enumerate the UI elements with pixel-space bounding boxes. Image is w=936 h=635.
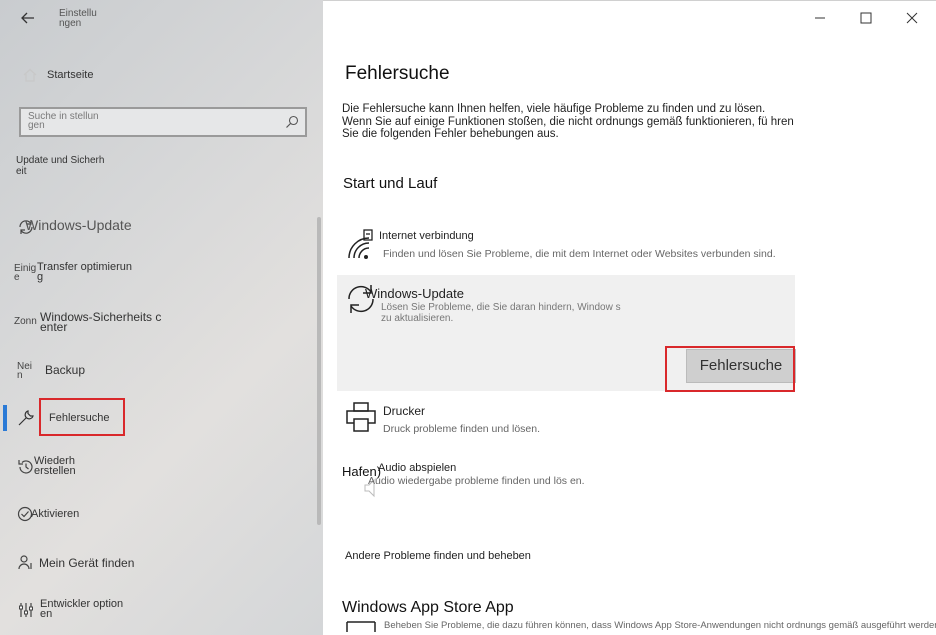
sidebar-home[interactable]: Startseite (47, 69, 93, 81)
sidebar-item-find-device[interactable]: Mein Gerät finden (0, 548, 320, 578)
overlay-text: Hafen) (342, 464, 382, 479)
title-bar-divider (323, 0, 936, 1)
troubleshooter-audio[interactable]: Audio abspielen Audio wiedergabe problem… (337, 460, 795, 504)
troubleshooter-name: Internet verbindung (379, 230, 474, 242)
sidebar-item-label: Wiederh erstellen (34, 455, 76, 477)
settings-sidebar: Einstellu ngen Startseite Suche in stell… (0, 0, 323, 635)
wrench-icon (18, 410, 34, 426)
store-icon (346, 621, 376, 632)
troubleshooter-store-desc: Beheben Sie Probleme, die dazu führen kö… (384, 620, 936, 631)
troubleshooter-desc: Druck probleme finden und lösen. (383, 423, 541, 435)
sidebar-item-label: Windows-Update (25, 217, 132, 233)
search-input[interactable]: Suche in stellun gen (28, 112, 118, 131)
sidebar-item-label: Entwickler option en (40, 598, 124, 620)
troubleshooter-desc: Audio wiedergabe probleme finden und lös… (368, 475, 585, 487)
sidebar-item-label: Aktivieren (31, 508, 80, 520)
sidebar-item-security[interactable]: Zonn Windows-Sicherheits c enter (0, 309, 320, 339)
window-title: Einstellu ngen (59, 8, 97, 29)
section-label: Update und Sicherh eit (16, 155, 105, 177)
sidebar-item-windows-update[interactable]: Windows-Update (0, 210, 320, 240)
restore-icon (18, 460, 33, 474)
sidebar-scrollbar[interactable] (317, 217, 321, 525)
main-content: Fehlersuche Die Fehlersuche kann Ihnen h… (323, 0, 936, 635)
intro-text: Die Fehlersuche kann Ihnen helfen, viele… (342, 103, 794, 140)
maximize-icon[interactable] (856, 8, 876, 28)
home-icon (23, 68, 37, 82)
sidebar-item-label: Mein Gerät finden (39, 556, 135, 570)
troubleshooter-name: Windows-Update (365, 286, 464, 301)
search-icon[interactable] (285, 115, 299, 129)
highlight-box (39, 398, 125, 436)
sidebar-item-prefix: Einig e (14, 263, 37, 283)
sidebar-item-transfer[interactable]: Einig e Transfer optimierun g (0, 258, 320, 288)
sidebar-item-prefix: Zonn (14, 316, 37, 327)
back-arrow-icon[interactable] (18, 8, 38, 28)
troubleshooter-name: Drucker (383, 404, 426, 418)
highlight-box (665, 346, 795, 392)
developer-icon (19, 603, 33, 617)
sidebar-item-prefix: Nei n (17, 361, 33, 381)
sidebar-item-backup[interactable]: Nei n Backup (0, 356, 320, 386)
troubleshooter-printer[interactable]: Drucker Druck probleme finden und lösen. (337, 400, 795, 440)
troubleshooter-store-name[interactable]: Windows App Store App (342, 599, 514, 617)
sidebar-item-activate[interactable]: Aktivieren (0, 500, 320, 530)
sidebar-item-restore[interactable]: Wiederh erstellen (0, 453, 320, 483)
page-title: Fehlersuche (345, 63, 450, 84)
person-pin-icon (18, 555, 32, 570)
section-heading-start: Start und Lauf (343, 175, 438, 192)
troubleshooter-name: Audio abspielen (378, 462, 457, 474)
sidebar-item-label: Windows-Sicherheits c enter (40, 310, 162, 334)
troubleshooter-internet[interactable]: Internet verbindung Finden und lösen Sie… (337, 226, 795, 270)
search-box[interactable]: Suche in stellun gen (19, 107, 307, 137)
wifi-icon (348, 229, 373, 259)
troubleshooter-desc: Lösen Sie Probleme, die Sie daran hinder… (381, 302, 621, 324)
troubleshooter-desc: Finden und lösen Sie Probleme, die mit d… (383, 248, 776, 260)
minimize-icon[interactable] (810, 8, 830, 28)
sidebar-item-label: Backup (45, 363, 86, 377)
close-icon[interactable] (902, 8, 922, 28)
printer-icon (346, 402, 376, 432)
section-heading-other: Andere Probleme finden und beheben (345, 550, 531, 562)
sidebar-item-label: Transfer optimierun g (37, 261, 132, 283)
sidebar-item-developer[interactable]: Entwickler option en (0, 596, 320, 626)
